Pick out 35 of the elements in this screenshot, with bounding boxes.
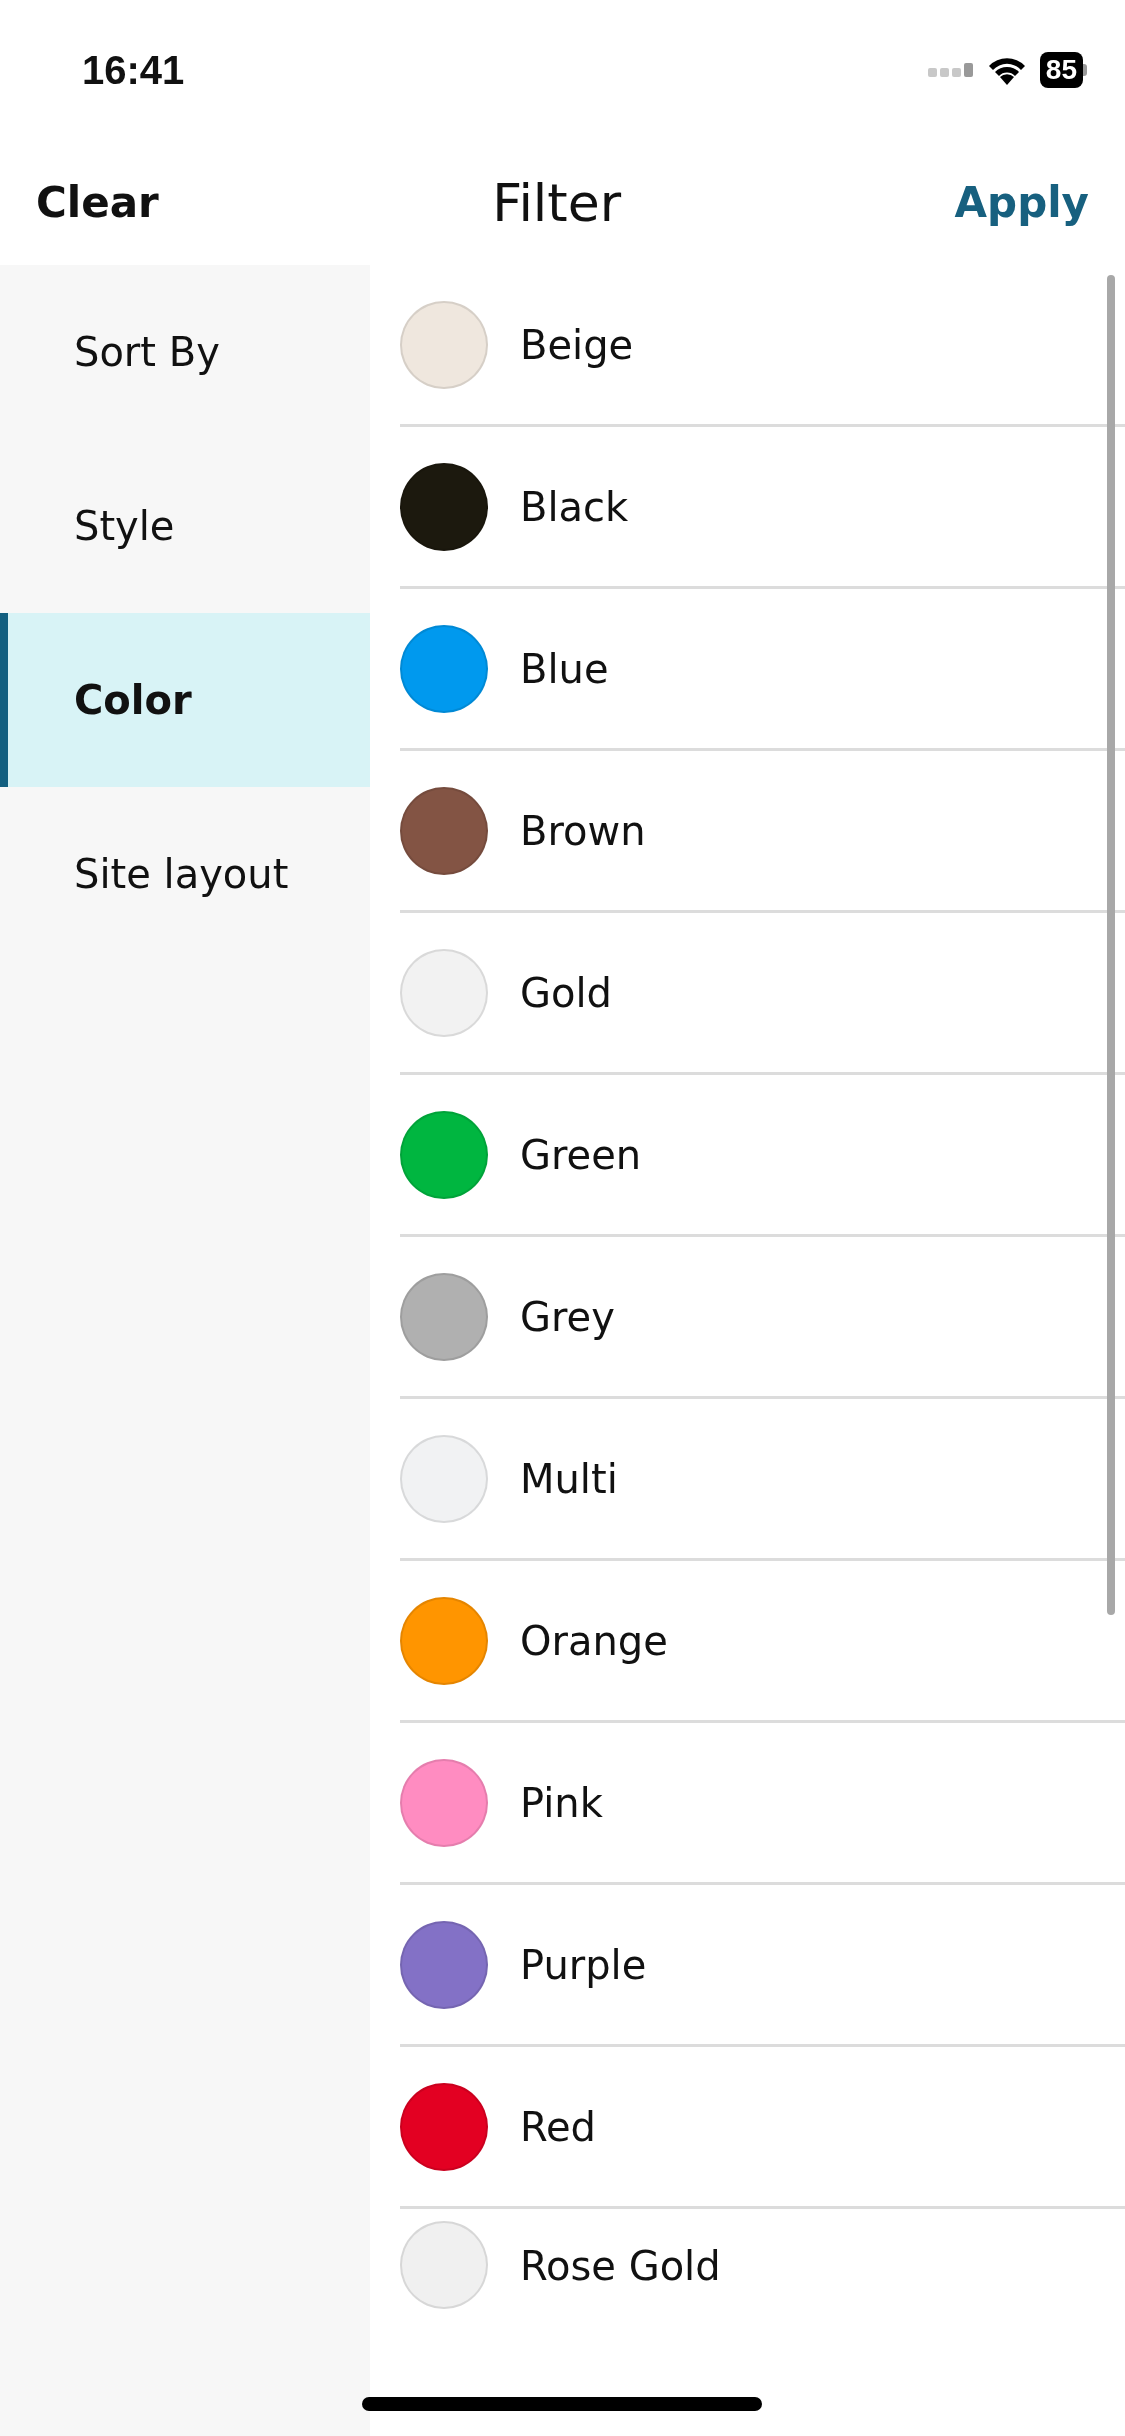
color-label: Blue (520, 645, 609, 692)
color-label: Purple (520, 1941, 647, 1988)
color-label: Rose Gold (520, 2243, 721, 2289)
color-option[interactable]: Beige (400, 265, 1125, 427)
color-option[interactable]: Orange (400, 1561, 1125, 1723)
status-time: 16:41 (82, 47, 185, 93)
color-option[interactable]: Red (400, 2047, 1125, 2209)
color-option[interactable]: Rose Gold (400, 2209, 1125, 2371)
color-option[interactable]: Multi (400, 1399, 1125, 1561)
sidebar-item[interactable]: Sort By (0, 265, 370, 439)
color-label: Pink (520, 1779, 603, 1826)
color-label: Green (520, 1131, 642, 1178)
color-label: Red (520, 2103, 596, 2150)
color-option[interactable]: Green (400, 1075, 1125, 1237)
apply-button[interactable]: Apply (954, 178, 1089, 227)
sidebar-item[interactable]: Color (0, 613, 370, 787)
color-label: Black (520, 483, 629, 530)
color-option[interactable]: Gold (400, 913, 1125, 1075)
color-label: Brown (520, 807, 646, 854)
signal-icon (927, 62, 974, 78)
color-option[interactable]: Pink (400, 1723, 1125, 1885)
header-title: Filter (492, 172, 622, 233)
color-label: Beige (520, 321, 634, 368)
color-label: Gold (520, 969, 612, 1016)
clear-button[interactable]: Clear (36, 178, 159, 227)
color-option[interactable]: Grey (400, 1237, 1125, 1399)
color-option[interactable]: Blue (400, 589, 1125, 751)
color-label: Orange (520, 1617, 668, 1664)
sidebar-item[interactable]: Site layout (0, 787, 370, 961)
color-label: Multi (520, 1455, 618, 1502)
sidebar-item[interactable]: Style (0, 439, 370, 613)
color-option[interactable]: Black (400, 427, 1125, 589)
color-label: Grey (520, 1293, 615, 1340)
color-option[interactable]: Brown (400, 751, 1125, 913)
color-option[interactable]: Purple (400, 1885, 1125, 2047)
